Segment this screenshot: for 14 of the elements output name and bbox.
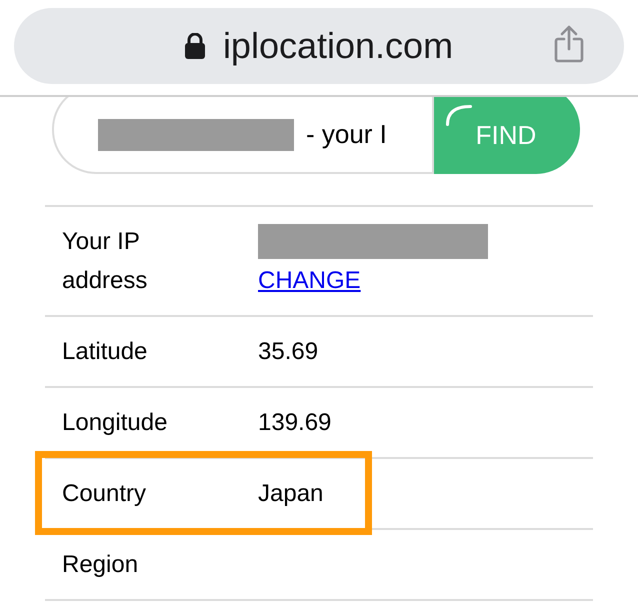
share-icon[interactable] — [554, 25, 584, 63]
field-label: Country — [62, 479, 148, 509]
field-label: Region — [62, 550, 140, 580]
field-label: Your IP address — [62, 227, 148, 296]
change-link[interactable]: CHANGE — [258, 261, 361, 300]
field-value: 139.69 — [258, 408, 332, 438]
field-value: 35.69 — [258, 337, 318, 367]
field-label: Longitude — [62, 408, 168, 438]
search-field[interactable]: - your I — [52, 97, 434, 174]
field-value: Japan — [258, 479, 324, 509]
address-bar[interactable]: iplocation.com — [14, 8, 624, 84]
url-text: iplocation.com — [222, 24, 454, 68]
search-value: - your I — [306, 118, 387, 151]
field-label: Latitude — [62, 337, 148, 367]
